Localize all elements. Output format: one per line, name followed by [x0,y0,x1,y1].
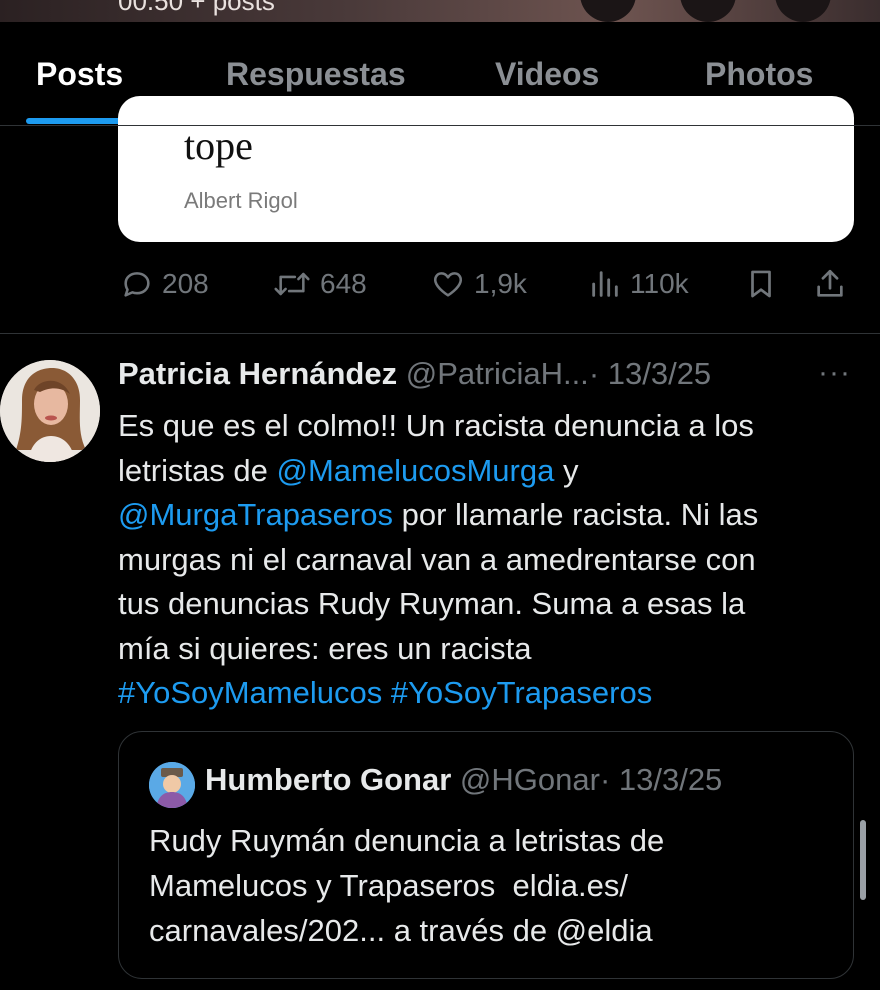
post-divider [0,333,880,334]
post-text-line: @MurgaTrapaseros por llamarle racista. N… [118,493,858,538]
header-button-2[interactable] [680,0,736,22]
post-actions: 208 648 1,9k 110k [0,258,880,314]
tabs-divider [0,125,880,126]
post-text-line: mía si quieres: eres un racista [118,630,532,666]
heart-icon [434,272,462,297]
tab-photos[interactable]: Photos [705,56,813,93]
bookmark-icon [751,270,771,298]
quoted-date[interactable]: · 13/3/25 [600,762,722,797]
like-button[interactable]: 1,9k [430,258,527,310]
quoted-text-line: Mamelucos y Trapaseros eldia.es/ [149,868,628,903]
link-card-title: tope [184,123,253,168]
profile-header-strip: 00.50 + posts [0,0,880,22]
hashtag-link[interactable]: #YoSoyTrapaseros [391,675,652,710]
post-text-line: Es que es el colmo!! Un racista denuncia… [118,408,754,443]
link-preview-card[interactable]: tope Albert Rigol [118,96,854,242]
quoted-text-line: carnavales/202... a través de @eldia [149,913,653,948]
share-icon [817,269,843,297]
reply-icon [124,272,150,297]
quoted-text: Rudy Ruymán denuncia a letristas de Mame… [149,818,664,953]
quoted-author-handle[interactable]: @HGonar [460,762,600,797]
repost-count: 648 [320,268,367,299]
author-name[interactable]: Patricia Hernández [118,356,397,391]
avatar[interactable] [0,360,100,462]
repost-icon [274,272,310,296]
quoted-avatar[interactable] [149,762,195,808]
post-header: Patricia Hernández @PatriciaH...· 13/3/2… [118,356,711,392]
link-card-author: Albert Rigol [184,188,298,213]
repost-button[interactable]: 648 [272,258,367,310]
hashtag-link[interactable]: #YoSoyMamelucos [118,675,382,710]
post-text-line: #YoSoyMamelucos #YoSoyTrapaseros [118,671,858,716]
text-segment: letristas de [118,452,277,488]
views-count: 110k [630,268,689,299]
post-text: Es que es el colmo!! Un racista denuncia… [118,404,858,716]
post-date[interactable]: · 13/3/25 [589,356,711,391]
post-count: 00.50 + posts [118,0,275,16]
quoted-header: Humberto Gonar @HGonar· 13/3/25 [205,762,722,798]
header-button-3[interactable] [775,0,831,22]
reply-count: 208 [162,268,209,299]
quoted-text-line: Rudy Ruymán denuncia a letristas de [149,823,665,858]
more-options-icon[interactable]: ··· [818,356,851,390]
post-text-line: letristas de @MamelucosMurga y [118,449,858,494]
quoted-author-name[interactable]: Humberto Gonar [205,762,451,797]
post-text-line: tus denuncias Rudy Ruyman. Suma a esas l… [118,586,746,621]
text-segment: por llamarle racista. Ni las [392,497,759,532]
mention-link[interactable]: @MamelucosMurga [277,453,555,488]
post-text-line: murgas ni el carnaval van a amedrentarse… [118,541,756,577]
author-handle[interactable]: @PatriciaH... [406,356,589,391]
bookmark-button[interactable] [744,258,778,310]
quoted-post[interactable]: Humberto Gonar @HGonar· 13/3/25 Rudy Ruy… [118,731,854,979]
tab-videos[interactable]: Videos [495,56,599,93]
share-button[interactable] [812,258,848,310]
text-segment: y [554,452,579,488]
tab-respuestas[interactable]: Respuestas [226,56,406,93]
mention-link[interactable]: @MurgaTrapaseros [118,497,393,532]
views-icon [592,271,618,297]
like-count: 1,9k [474,268,527,299]
scrollbar[interactable] [860,820,866,900]
tab-posts[interactable]: Posts [36,56,123,93]
views-button[interactable]: 110k [588,258,689,310]
reply-button[interactable]: 208 [120,258,209,310]
header-button-1[interactable] [580,0,636,22]
